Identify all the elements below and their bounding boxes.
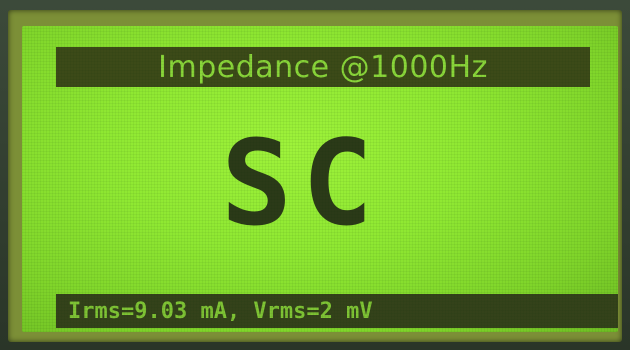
device-frame: Impedance @1000Hz SC Irms=9.03 mA, Vrms=… — [0, 0, 630, 350]
status-bar: Irms=9.03 mA, Vrms=2 mV — [56, 294, 618, 328]
lcd-screen: Impedance @1000Hz SC Irms=9.03 mA, Vrms=… — [22, 26, 618, 332]
measurement-title: Impedance @1000Hz — [158, 49, 488, 85]
main-reading: SC — [220, 114, 384, 252]
title-bar: Impedance @1000Hz — [56, 47, 590, 87]
status-readout: Irms=9.03 mA, Vrms=2 mV — [68, 298, 373, 324]
